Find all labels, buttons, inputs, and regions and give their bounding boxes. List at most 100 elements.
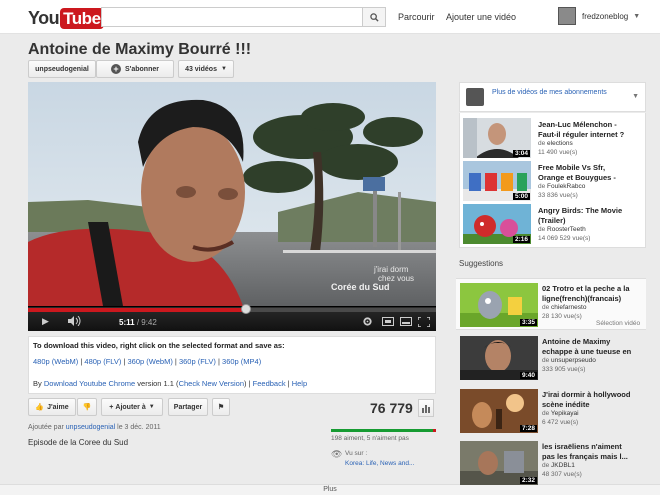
download-box: To download this video, right click on t… (28, 336, 436, 394)
add-to-button[interactable]: + Ajouter à ▼ (101, 398, 163, 416)
sub-video-item[interactable]: 5:00 Free Mobile Vs Sfr, Orange et Bouygu… (463, 161, 653, 207)
bar-chart-icon (422, 405, 430, 413)
duration: / 9:42 (136, 318, 157, 327)
download-heading: To download this video, right click on t… (33, 341, 285, 350)
search-input[interactable] (101, 7, 363, 27)
time-display: 5:11 / 9:42 (119, 318, 157, 327)
seen-on-link[interactable]: Korea: Life, News and... (345, 460, 414, 467)
video-player[interactable]: j'irai dorm chez vous Corée du Sud ▶ 5:1… (28, 82, 436, 331)
video-title: Antoine de Maximy Bourré !!! (28, 41, 252, 58)
format-link-360-webm[interactable]: 360p (WebM) (128, 357, 173, 366)
duration-badge: 3:04 (512, 150, 530, 157)
version-text: version 1.1 ( (137, 379, 179, 388)
video-author: FoulekRabco (547, 183, 586, 190)
plus-icon: + (111, 64, 122, 74)
logo-tube: Tube (60, 7, 104, 29)
uploader-link[interactable]: unpseudogenial (66, 424, 115, 431)
close-paren: ) (244, 379, 247, 388)
subscribe-label: S'abonner (125, 65, 159, 73)
by-prefix: By (33, 379, 42, 388)
by-prefix: de (538, 226, 548, 233)
video-count-button[interactable]: 43 vidéos ▼ (178, 60, 234, 78)
suggestion-item[interactable]: 2:32 les israëliens n'aiment pas les fran… (460, 441, 650, 487)
video-thumbnail: 2:16 (463, 204, 531, 244)
video-views: 14 069 529 vue(s) (538, 235, 591, 242)
format-link-360-flv[interactable]: 360p (FLV) (179, 357, 216, 366)
check-version-link[interactable]: Check New Version (179, 379, 244, 388)
duration-badge: 5:00 (512, 193, 530, 200)
video-author: RoosterTeeth (547, 226, 586, 233)
current-time: 5:11 (119, 318, 135, 327)
thumbs-down-icon: 👎 (82, 404, 92, 411)
video-thumbnail: 3:35 (460, 283, 538, 327)
video-author: chiefarnesto (551, 304, 587, 311)
dislike-button[interactable]: 👎 (77, 398, 97, 416)
add-to-label: Ajouter à (115, 403, 146, 411)
by-prefix: de (542, 410, 551, 417)
small-player-icon[interactable] (382, 317, 394, 326)
channel-button[interactable]: unpseudogenial (28, 60, 96, 78)
duration-badge: 2:32 (519, 477, 537, 484)
sub-video-item[interactable]: 2:16 Angry Birds: The Movie (Trailer) de … (463, 204, 653, 250)
stats-button[interactable] (418, 399, 434, 417)
search-icon (369, 12, 379, 22)
play-icon[interactable]: ▶ (42, 316, 49, 327)
flag-button[interactable]: ⚑ (212, 398, 230, 416)
video-title-line: 02 Trotro et la peche a la (542, 284, 630, 293)
video-views: 11 490 vue(s) (538, 149, 578, 156)
chevron-down-icon: ▼ (633, 12, 641, 20)
video-title-line: pas les français mais l... (542, 451, 628, 461)
video-title-line: les israëliens n'aiment (542, 442, 622, 451)
share-button[interactable]: Partager (168, 398, 208, 416)
progress-bar[interactable] (28, 308, 436, 312)
download-chrome-link[interactable]: Download Youtube Chrome (44, 379, 135, 388)
youtube-logo[interactable]: You Tube (28, 7, 104, 29)
selection-label: Sélection vidéo (596, 320, 641, 327)
video-thumbnail: 3:04 (463, 118, 531, 158)
duration-badge: 9:40 (519, 372, 537, 379)
like-button[interactable]: 👍 J'aime (28, 398, 76, 416)
format-link-480-webm[interactable]: 480p (WebM) (33, 357, 78, 366)
fullscreen-icon[interactable] (418, 317, 430, 327)
video-title-line: echappe à une tueuse en (542, 346, 632, 356)
eye-icon: 👁 (331, 449, 343, 459)
watermark-line3: Corée du Sud (331, 282, 390, 292)
like-ratio-fill (331, 429, 434, 432)
suggestions-label: Suggestions (459, 259, 504, 268)
video-title-line: Free Mobile Vs Sfr, (538, 163, 606, 172)
watermark-line1: j'irai dorm (373, 265, 409, 274)
video-title-line: Faut-il réguler internet ? (538, 129, 625, 139)
subscriptions-header[interactable]: Plus de vidéos de mes abonnements ▼ (459, 82, 646, 112)
duration-badge: 2:16 (512, 236, 530, 243)
plus-icon: + (109, 403, 114, 411)
format-link-360-mp4[interactable]: 360p (MP4) (222, 357, 261, 366)
search-button[interactable] (362, 7, 386, 27)
by-prefix: de (538, 183, 548, 190)
username: fredzoneblog (582, 11, 629, 21)
by-prefix: de (542, 462, 552, 469)
help-link[interactable]: Help (292, 379, 307, 388)
gear-icon[interactable] (362, 316, 373, 327)
progress-fill (28, 308, 247, 312)
suggestion-item[interactable]: 9:40 Antoine de Maximy echappe à une tueu… (460, 336, 650, 382)
subscriptions-icon (466, 88, 484, 106)
video-title-line: Antoine de Maximy (542, 337, 611, 346)
user-menu[interactable]: fredzoneblog ▼ (558, 6, 646, 26)
likes-text: 198 aiment, 5 n'aiment pas (331, 435, 409, 442)
upload-link[interactable]: Ajouter une vidéo (446, 12, 516, 22)
format-link-480-flv[interactable]: 480p (FLV) (84, 357, 121, 366)
like-ratio-bar (331, 429, 436, 432)
sub-video-item[interactable]: 3:04 Jean-Luc Mélenchon - Faut-il réguler… (463, 118, 653, 164)
video-frame[interactable]: j'irai dorm chez vous Corée du Sud (28, 82, 436, 306)
feedback-link[interactable]: Feedback (253, 379, 286, 388)
masthead: You Tube Parcourir Ajouter une vidéo fre… (0, 0, 660, 34)
video-author: Yepikayai (550, 410, 579, 417)
volume-icon[interactable] (68, 316, 82, 326)
large-player-icon[interactable] (400, 317, 412, 326)
suggestion-item[interactable]: 7:28 J'irai dormir à hollywood scène inéd… (460, 389, 650, 435)
video-author: elections (547, 140, 573, 147)
browse-link[interactable]: Parcourir (398, 12, 435, 22)
by-prefix: de (542, 357, 552, 364)
chevron-down-icon: ▼ (148, 404, 155, 410)
subscribe-button[interactable]: + S'abonner (96, 60, 174, 78)
